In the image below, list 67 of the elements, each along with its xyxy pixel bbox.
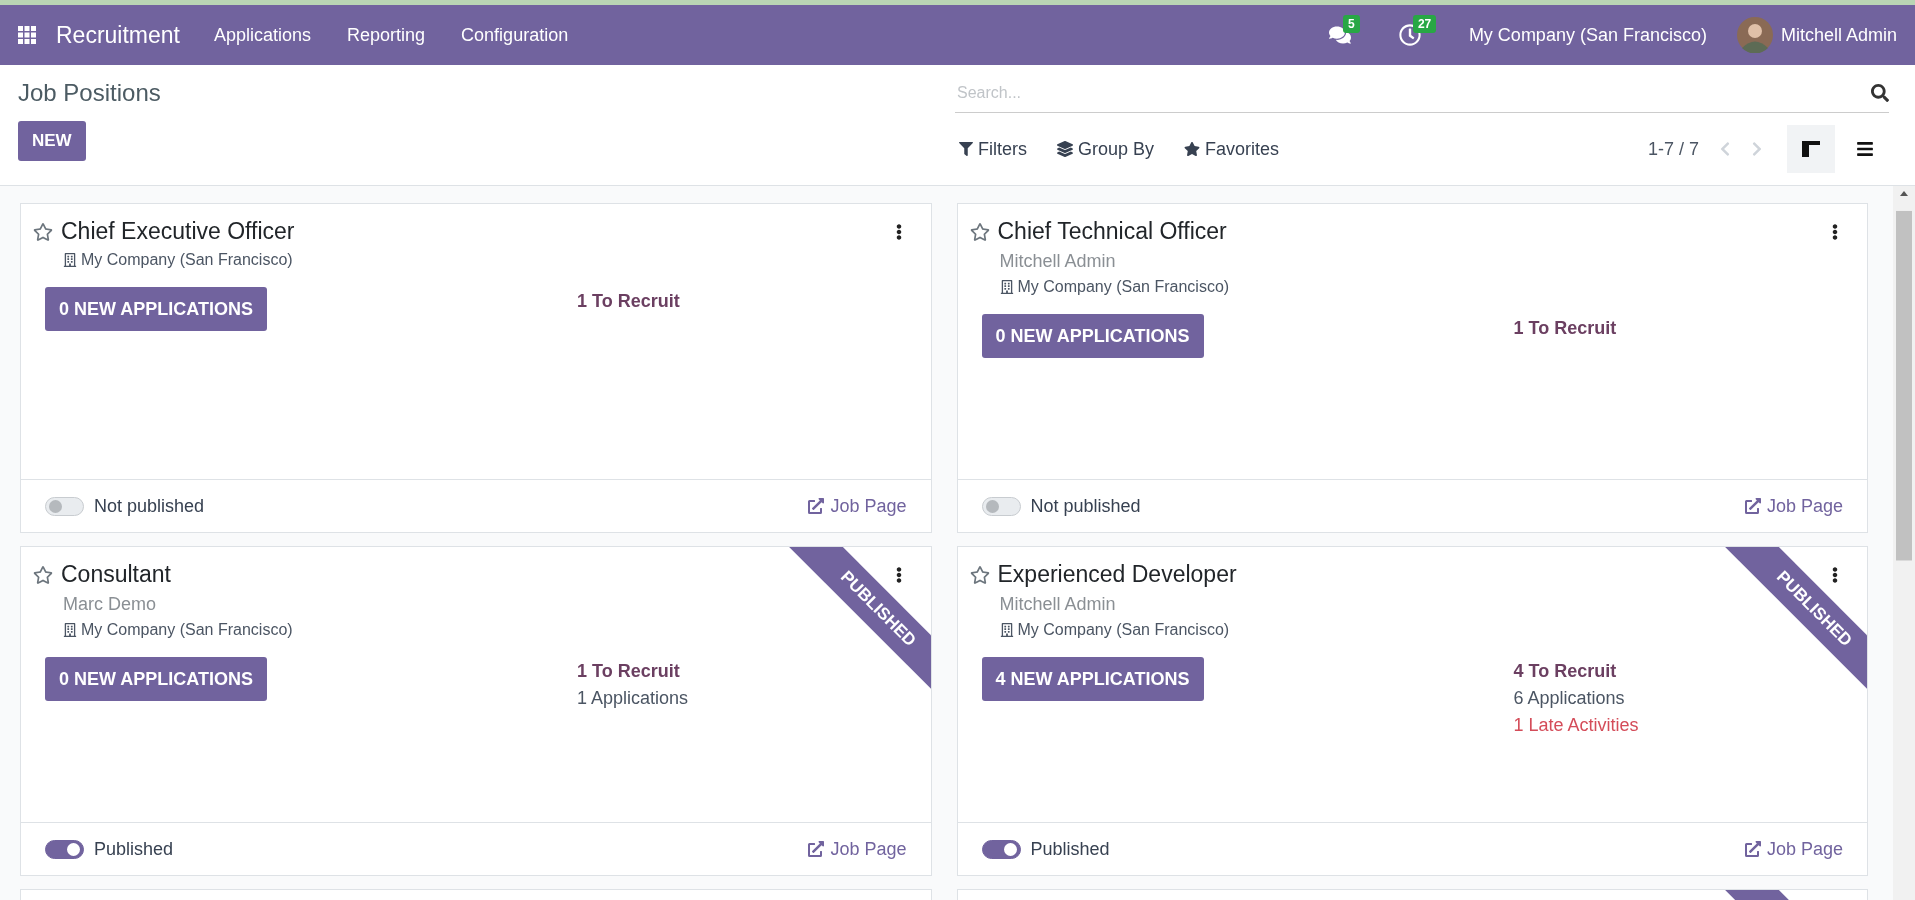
publish-label: Not published — [94, 495, 206, 517]
star-icon[interactable] — [33, 221, 53, 242]
view-switch-button[interactable] — [1787, 125, 1835, 173]
new-applications-button[interactable]: 4 NEW APPLICATIONS — [981, 657, 1204, 701]
publish-toggle[interactable] — [45, 839, 84, 859]
company-name: My Company (San Francisco) — [81, 621, 293, 639]
filter-icon — [959, 142, 973, 156]
search-option-button[interactable]: Group By — [1053, 134, 1159, 164]
company-switcher[interactable]: My Company (San Francisco) — [1468, 24, 1707, 46]
new-button[interactable]: NEW — [18, 121, 86, 161]
apps-menu-icon[interactable] — [18, 26, 36, 44]
search-option-button[interactable]: Filters — [955, 134, 1031, 164]
activity-count: 27 — [1412, 15, 1437, 33]
job-page-link[interactable]: Job Page — [1744, 838, 1843, 860]
external-link-icon — [808, 498, 825, 514]
menu-item[interactable]: Configuration — [461, 24, 569, 46]
job-title: Chief Technical Officer — [997, 218, 1228, 245]
job-card[interactable]: Chief Executive Officer My Company (San Francisco) 0 NEW APPLICATIONS 1 To Recruit Not published Job Page — [20, 203, 932, 533]
new-applications-button[interactable]: 0 NEW APPLICATIONS — [45, 657, 267, 701]
publish-toggle[interactable] — [981, 839, 1021, 859]
app-name[interactable]: Recruitment — [56, 21, 180, 49]
company-name: My Company (San Francisco) — [81, 251, 293, 269]
layers-icon — [1057, 141, 1073, 157]
job-stat-link[interactable]: 1 Late Activities — [1513, 715, 1639, 736]
job-stat-link[interactable]: 4 To Recruit — [1513, 661, 1617, 682]
star-icon[interactable] — [969, 564, 990, 585]
building-icon — [63, 253, 77, 267]
job-card[interactable]: Chief Technical Officer Mitchell Admin My Company (San Francisco) 0 NEW APPLICATIONS 1 To Recruit Not published Job Page — [956, 203, 1868, 533]
job-stat-link[interactable]: 1 To Recruit — [577, 291, 680, 312]
star-icon — [1184, 141, 1201, 157]
job-title: Chief Executive Officer — [61, 218, 296, 245]
search-option-button[interactable]: Favorites — [1180, 134, 1284, 164]
new-applications-button[interactable]: 0 NEW APPLICATIONS — [981, 314, 1204, 358]
publish-label: Not published — [1030, 495, 1142, 517]
publish-label: Published — [1030, 838, 1111, 860]
star-icon[interactable] — [33, 564, 53, 585]
menu-item[interactable]: Applications — [214, 24, 312, 46]
building-icon — [999, 623, 1014, 637]
company-name: My Company (San Francisco) — [1017, 278, 1230, 296]
message-count: 5 — [1342, 15, 1360, 33]
publish-label: Published — [94, 838, 175, 860]
job-stat-link[interactable]: 1 To Recruit — [577, 661, 680, 682]
job-page-link[interactable]: Job Page — [808, 495, 907, 517]
page-title: Job Positions — [18, 79, 162, 107]
job-stat-link[interactable]: 1 Applications — [577, 688, 689, 709]
star-icon[interactable] — [969, 221, 990, 242]
company-name: My Company (San Francisco) — [1017, 621, 1230, 639]
external-link-icon — [1744, 841, 1761, 857]
user-avatar[interactable] — [1736, 17, 1773, 53]
search-icon[interactable] — [1871, 83, 1889, 102]
kanban-icon — [1802, 141, 1820, 157]
manager-name: Mitchell Admin — [999, 251, 1117, 272]
job-stat-link[interactable]: 1 To Recruit — [1513, 318, 1617, 339]
job-page-link[interactable]: Job Page — [1744, 495, 1843, 517]
new-applications-button[interactable]: 0 NEW APPLICATIONS — [45, 287, 267, 331]
search-field[interactable]: Search... — [955, 82, 1871, 103]
menu-item[interactable]: Reporting — [347, 24, 426, 46]
pager-value[interactable]: 1-7 / 7 — [1647, 138, 1699, 160]
scrollbar[interactable] — [1893, 186, 1915, 900]
user-name[interactable]: Mitchell Admin — [1780, 24, 1897, 46]
external-link-icon — [808, 841, 825, 857]
building-icon — [63, 623, 77, 637]
job-stat-link[interactable]: 6 Applications — [1513, 688, 1625, 709]
external-link-icon — [1744, 498, 1761, 514]
job-page-link[interactable]: Job Page — [808, 838, 907, 860]
list-icon — [1856, 140, 1874, 158]
building-icon — [999, 280, 1014, 294]
